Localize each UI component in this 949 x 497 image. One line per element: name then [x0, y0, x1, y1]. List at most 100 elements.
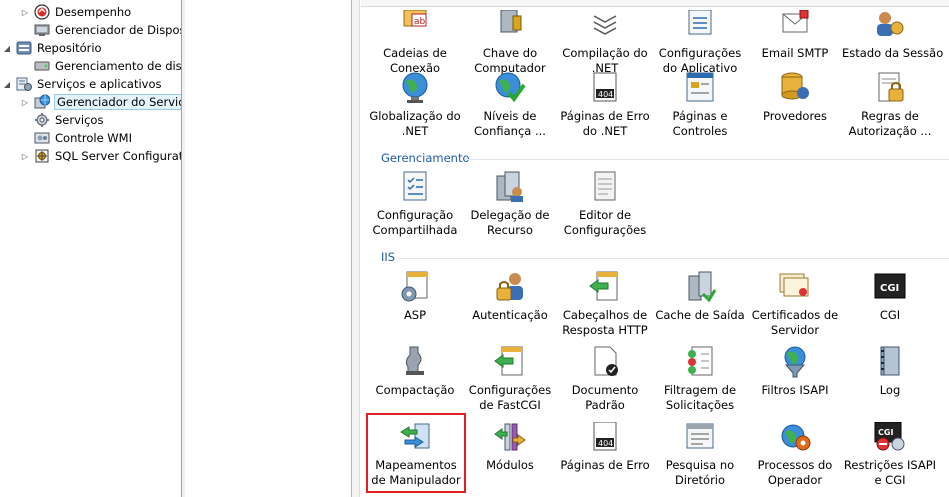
- feature-asp[interactable]: ASP: [367, 270, 463, 344]
- feature-error-pages-net[interactable]: 404 Páginas de Erro do .NET: [557, 71, 653, 145]
- feature-config-editor[interactable]: Editor de Configurações: [557, 170, 653, 244]
- feature-shared-config[interactable]: Configuração Compartilhada: [367, 170, 463, 244]
- logging-icon: [873, 345, 907, 379]
- tree-item-label: SQL Server Configuratic: [55, 149, 181, 163]
- feature-label: Email SMTP: [761, 46, 829, 60]
- feature-label: Provedores: [762, 109, 827, 123]
- feature-label: Filtros ISAPI: [761, 383, 829, 397]
- feature-label: Editor de Configurações: [563, 208, 647, 237]
- tree-item-label: Gerenciador do Serviços: [54, 94, 181, 110]
- tree-item-label: Repositório: [37, 41, 102, 55]
- tree-item-repositorio[interactable]: ◢ Repositório: [2, 39, 102, 57]
- feature-authentication[interactable]: Autenticação: [462, 270, 558, 344]
- feature-logging[interactable]: Log: [842, 345, 938, 419]
- tree-item-desempenho[interactable]: ▷ Desempenho: [20, 3, 131, 21]
- config-editor-icon: [588, 170, 622, 204]
- error-pages-icon: 404: [588, 420, 622, 454]
- feature-label: Cache de Saída: [655, 308, 745, 322]
- collapse-icon[interactable]: ◢: [2, 79, 12, 89]
- shared-config-icon: [398, 170, 432, 204]
- feature-authorization-rules[interactable]: Regras de Autorização ...: [842, 71, 938, 145]
- feature-label: Processos do Operador: [757, 458, 833, 487]
- tree-item-label: Gerenciamento de disco: [55, 59, 181, 73]
- tree-item-wmi-control[interactable]: Controle WMI: [34, 129, 132, 147]
- feature-request-filtering[interactable]: Filtragem de Solicitações: [652, 345, 748, 419]
- expand-icon[interactable]: ▷: [20, 151, 30, 161]
- feature-label: Cabeçalhos de Resposta HTTP: [562, 308, 648, 337]
- app-settings-icon: [683, 8, 717, 42]
- tree-item-services-apps[interactable]: ◢ Serviços e aplicativos: [2, 75, 161, 93]
- feature-pages-controls[interactable]: Páginas e Controles: [652, 71, 748, 145]
- machine-key-icon: [493, 8, 527, 42]
- error-code-glyph: 404: [598, 90, 613, 99]
- content-gutter: [352, 0, 360, 497]
- tree-item-sql-config[interactable]: ▷ SQL Server Configuratic: [20, 147, 181, 165]
- error-code-glyph: 404: [598, 439, 613, 448]
- authorization-rules-icon: [873, 71, 907, 105]
- feature-handler-mappings[interactable]: Mapeamentos de Manipulador: [366, 413, 466, 493]
- cgi-glyph: CGI: [880, 283, 899, 294]
- feature-isapi-filters[interactable]: Filtros ISAPI: [747, 345, 843, 419]
- cgi-glyph: CGI: [878, 428, 893, 437]
- feature-worker-processes[interactable]: Processos do Operador: [747, 420, 843, 494]
- feature-label: Páginas de Erro: [560, 458, 650, 472]
- feature-http-headers[interactable]: Cabeçalhos de Resposta HTTP: [557, 270, 653, 344]
- feature-compression[interactable]: Compactação: [367, 345, 463, 419]
- feature-globalization[interactable]: Globalização do .NET: [367, 71, 463, 145]
- middle-pane: [185, 0, 351, 497]
- feature-label: Configuração Compartilhada: [372, 208, 458, 237]
- tree-item-disk-management[interactable]: Gerenciamento de disco: [34, 57, 181, 75]
- features-toolbar-strip: [361, 0, 949, 7]
- performance-icon: [34, 4, 50, 20]
- feature-isapi-cgi-restrictions[interactable]: CGI Restrições ISAPI e CGI: [842, 420, 938, 494]
- feature-label: Documento Padrão: [571, 383, 639, 412]
- storage-icon: [16, 40, 32, 56]
- pages-controls-icon: [683, 71, 717, 105]
- disk-management-icon: [34, 58, 50, 74]
- feature-label: Páginas e Controles: [672, 109, 728, 138]
- feature-trust-levels[interactable]: Níveis de Confiança ...: [462, 71, 558, 145]
- feature-label: ASP: [403, 308, 427, 322]
- tree-item-services[interactable]: Serviços: [34, 111, 103, 129]
- tree-item-label: Gerenciador de Disposit: [55, 23, 181, 37]
- collapse-icon[interactable]: ◢: [2, 43, 12, 53]
- feature-label: Filtragem de Solicitações: [663, 383, 737, 412]
- tree-item-label: Controle WMI: [55, 131, 132, 145]
- feature-output-cache[interactable]: Cache de Saída: [652, 270, 748, 344]
- feature-label: Compactação: [375, 383, 455, 397]
- feature-delegation-icon: [493, 170, 527, 204]
- tree-item-iis-manager[interactable]: ▷ Gerenciador do Serviços: [20, 93, 181, 111]
- feature-directory-browsing[interactable]: Pesquisa no Diretório: [652, 420, 748, 494]
- features-view: ab Cadeias de Conexão Chave do Computador …: [361, 0, 949, 497]
- feature-label: Log: [879, 383, 901, 397]
- feature-providers[interactable]: Provedores: [747, 71, 843, 145]
- wmi-icon: [34, 130, 50, 146]
- feature-feature-delegation[interactable]: Delegação de Recurso: [462, 170, 558, 244]
- feature-error-pages[interactable]: 404 Páginas de Erro: [557, 420, 653, 494]
- device-manager-icon: [34, 22, 50, 38]
- tree-item-label: Desempenho: [55, 5, 132, 19]
- feature-label: Certificados de Servidor: [751, 308, 839, 337]
- iis-manager-icon: [34, 94, 50, 110]
- fastcgi-icon: [493, 345, 527, 379]
- feature-modules[interactable]: Módulos: [462, 420, 558, 494]
- feature-server-certificates[interactable]: Certificados de Servidor: [747, 270, 843, 344]
- output-cache-icon: [683, 270, 717, 304]
- request-filtering-icon: [683, 345, 717, 379]
- feature-fastcgi[interactable]: Configurações de FastCGI: [462, 345, 558, 419]
- tree-item-device-manager[interactable]: Gerenciador de Disposit: [34, 21, 181, 39]
- navigation-tree: ▷ Desempenho Gerenciador de Disposit ◢ R…: [0, 0, 181, 497]
- authentication-icon: [493, 270, 527, 304]
- feature-label: Páginas de Erro do .NET: [560, 109, 650, 138]
- expand-icon[interactable]: ▷: [20, 7, 30, 17]
- expand-icon[interactable]: ▷: [20, 97, 30, 107]
- feature-cgi[interactable]: CGI CGI: [842, 270, 938, 344]
- feature-label: Globalização do .NET: [369, 109, 461, 138]
- group-divider: [397, 258, 949, 259]
- services-icon: [34, 112, 50, 128]
- connection-strings-icon: ab: [398, 8, 432, 42]
- feature-label: Níveis de Confiança ...: [474, 109, 546, 138]
- ab-glyph: ab: [414, 17, 426, 27]
- feature-default-document[interactable]: Documento Padrão: [557, 345, 653, 419]
- directory-browsing-icon: [683, 420, 717, 454]
